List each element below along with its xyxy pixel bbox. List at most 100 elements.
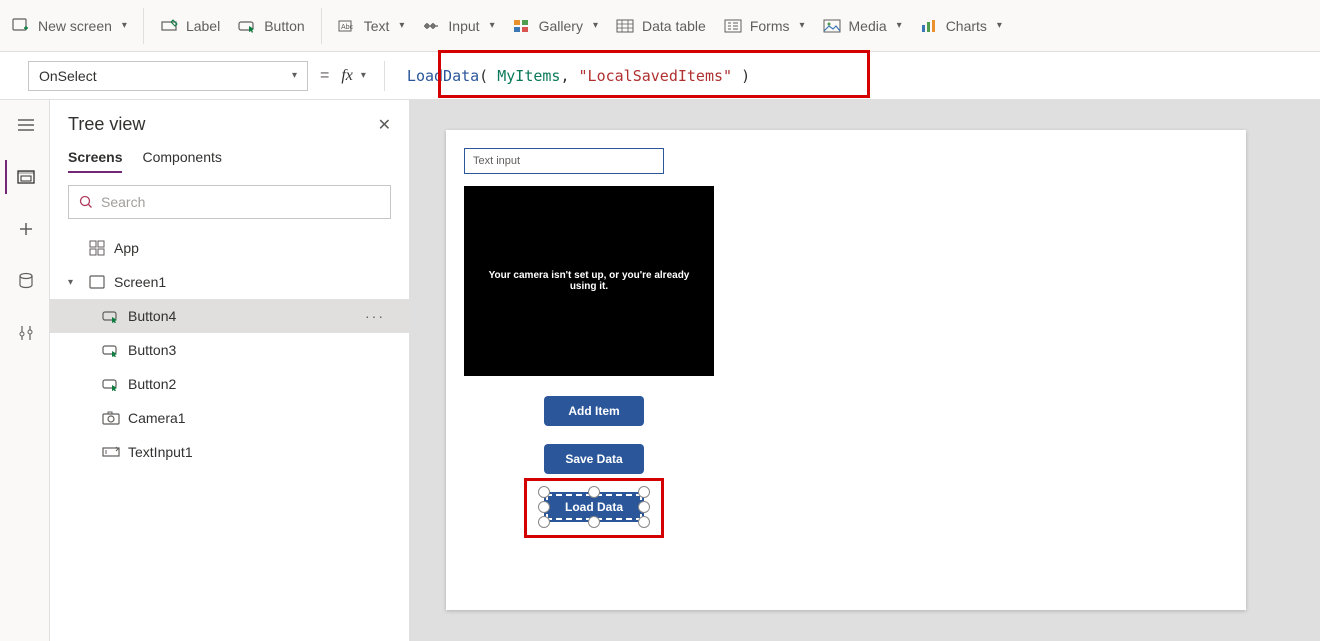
chevron-down-icon: ▾ <box>361 70 366 81</box>
canvas-textinput-placeholder: Text input <box>473 155 520 167</box>
chevron-down-icon: ▾ <box>593 20 598 31</box>
load-data-selection: Load Data <box>544 492 644 522</box>
resize-handle[interactable] <box>638 486 650 498</box>
tree-row-button2[interactable]: Button2 <box>50 367 409 401</box>
forms-icon <box>724 17 742 35</box>
gallery-icon <box>513 17 531 35</box>
forms-button[interactable]: Forms ▾ <box>716 11 813 41</box>
formula-token-arg2: "LocalSavedItems" <box>579 67 733 85</box>
label-button[interactable]: Label <box>152 11 228 41</box>
input-label: Input <box>448 18 479 34</box>
main-area: Tree view ✕ Screens Components Search Ap… <box>0 100 1320 641</box>
divider <box>384 61 385 91</box>
input-icon <box>422 17 440 35</box>
tree-list: App ▾ Screen1 Button4 ··· Butto <box>50 231 409 641</box>
resize-handle[interactable] <box>638 516 650 528</box>
tree-row-app[interactable]: App <box>50 231 409 265</box>
svg-text:Abc: Abc <box>341 24 354 31</box>
canvas-camera-msg: Your camera isn't set up, or you're alre… <box>474 270 704 292</box>
canvas-wrap: Text input Your camera isn't set up, or … <box>410 100 1320 641</box>
formula-token-comma: , <box>560 67 578 85</box>
forms-label: Forms <box>750 18 790 34</box>
tree-row-camera1[interactable]: Camera1 <box>50 401 409 435</box>
tools-icon[interactable] <box>5 316 45 350</box>
chevron-down-icon: ▾ <box>399 20 404 31</box>
tree-view-icon[interactable] <box>5 160 45 194</box>
button-icon <box>102 341 120 359</box>
chevron-down-icon: ▾ <box>897 20 902 31</box>
add-item-button[interactable]: Add Item <box>544 396 644 426</box>
app-icon <box>88 239 106 257</box>
chevron-down-icon: ▾ <box>799 20 804 31</box>
property-select[interactable]: OnSelect ▾ <box>28 61 308 91</box>
equals-sign: = <box>320 67 329 85</box>
button-label: Button <box>264 18 304 34</box>
tree-row-label: Button4 <box>128 308 176 324</box>
canvas[interactable]: Text input Your camera isn't set up, or … <box>446 130 1246 610</box>
chevron-down-icon: ▾ <box>997 20 1002 31</box>
canvas-buttons: Add Item Save Data Load Data <box>544 396 1228 522</box>
formula-token-fn: LoadData <box>407 67 479 85</box>
data-table-button[interactable]: Data table <box>608 11 714 41</box>
ribbon-separator <box>321 8 322 44</box>
resize-handle[interactable] <box>538 516 550 528</box>
data-table-label: Data table <box>642 18 706 34</box>
canvas-camera[interactable]: Your camera isn't set up, or you're alre… <box>464 186 714 376</box>
chevron-down-icon: ▾ <box>68 277 80 288</box>
search-input[interactable]: Search <box>68 185 391 219</box>
resize-handle[interactable] <box>638 501 650 513</box>
tree-row-label: Camera1 <box>128 410 186 426</box>
new-screen-label: New screen <box>38 18 112 34</box>
tree-title: Tree view <box>68 114 145 135</box>
ribbon: New screen ▾ Label Button Abc Text ▾ Inp… <box>0 0 1320 52</box>
search-icon <box>79 195 93 209</box>
tab-screens[interactable]: Screens <box>68 149 122 173</box>
tree-row-label: Screen1 <box>114 274 166 290</box>
hamburger-icon[interactable] <box>5 108 45 142</box>
formula-input[interactable]: LoadData( MyItems, "LocalSavedItems" ) <box>397 61 1308 91</box>
tree-row-label: Button2 <box>128 376 176 392</box>
resize-handle[interactable] <box>588 486 600 498</box>
resize-handle[interactable] <box>538 486 550 498</box>
new-screen-button[interactable]: New screen ▾ <box>4 11 135 41</box>
tree-row-button3[interactable]: Button3 <box>50 333 409 367</box>
button-icon <box>102 307 120 325</box>
fx-button[interactable]: fx ▾ <box>341 67 366 85</box>
input-button[interactable]: Input ▾ <box>414 11 502 41</box>
more-icon[interactable]: ··· <box>365 308 397 324</box>
button-button[interactable]: Button <box>230 11 312 41</box>
media-label: Media <box>849 18 887 34</box>
gallery-button[interactable]: Gallery ▾ <box>505 11 606 41</box>
chevron-down-icon: ▾ <box>122 20 127 31</box>
tree-row-button4[interactable]: Button4 ··· <box>50 299 409 333</box>
button-icon <box>102 375 120 393</box>
tab-components[interactable]: Components <box>142 149 221 173</box>
media-icon <box>823 17 841 35</box>
formula-token-arg1: MyItems <box>497 67 560 85</box>
formula-token-close: ) <box>732 67 750 85</box>
tree-row-label: Button3 <box>128 342 176 358</box>
tree-row-label: App <box>114 240 139 256</box>
text-button[interactable]: Abc Text ▾ <box>330 11 413 41</box>
resize-handle[interactable] <box>538 501 550 513</box>
data-icon[interactable] <box>5 264 45 298</box>
text-icon: Abc <box>338 17 356 35</box>
media-button[interactable]: Media ▾ <box>815 11 910 41</box>
tree-header: Tree view ✕ <box>50 100 409 141</box>
resize-handle[interactable] <box>588 516 600 528</box>
tree-row-textinput1[interactable]: TextInput1 <box>50 435 409 469</box>
screen-plus-icon <box>12 17 30 35</box>
label-icon <box>160 17 178 35</box>
charts-icon <box>920 17 938 35</box>
save-data-button[interactable]: Save Data <box>544 444 644 474</box>
textinput-icon <box>102 443 120 461</box>
search-placeholder: Search <box>101 194 145 210</box>
canvas-textinput[interactable]: Text input <box>464 148 664 174</box>
chevron-down-icon: ▾ <box>490 20 495 31</box>
close-icon[interactable]: ✕ <box>378 115 391 135</box>
property-select-value: OnSelect <box>39 68 97 84</box>
fx-label: fx <box>341 67 353 85</box>
tree-row-screen1[interactable]: ▾ Screen1 <box>50 265 409 299</box>
charts-button[interactable]: Charts ▾ <box>912 11 1010 41</box>
insert-icon[interactable] <box>5 212 45 246</box>
